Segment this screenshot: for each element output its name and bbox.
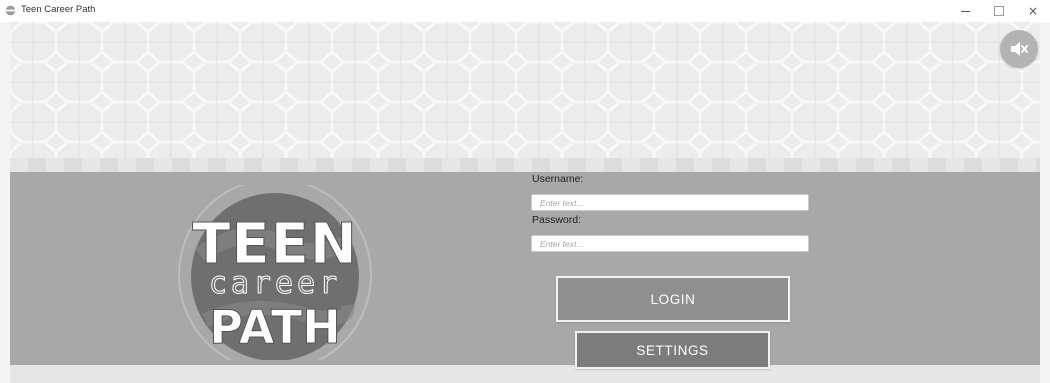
header-divider-stripe bbox=[10, 158, 1040, 172]
close-icon: × bbox=[1027, 4, 1039, 18]
window-title: Teen Career Path bbox=[21, 4, 96, 15]
login-button[interactable]: LOGIN bbox=[556, 276, 790, 322]
logo-word-career: career bbox=[209, 266, 341, 301]
footer-strip bbox=[10, 365, 1040, 383]
settings-button[interactable]: SETTINGS bbox=[575, 331, 770, 369]
left-window-edge bbox=[0, 22, 10, 383]
maximize-button[interactable] bbox=[982, 0, 1016, 22]
right-window-edge bbox=[1040, 22, 1050, 383]
minimize-button[interactable] bbox=[948, 0, 982, 22]
minimize-icon bbox=[960, 10, 970, 12]
hexagon-pattern-graphic bbox=[10, 22, 1040, 160]
header-pattern bbox=[10, 22, 1040, 160]
username-label: Username: bbox=[532, 173, 584, 185]
password-input[interactable] bbox=[531, 235, 809, 252]
mute-sound-button[interactable] bbox=[1000, 30, 1038, 68]
login-button-label: LOGIN bbox=[650, 291, 696, 307]
teen-career-path-logo: TEEN career PATH bbox=[178, 185, 372, 360]
app-logo-icon bbox=[5, 5, 16, 16]
close-button[interactable]: × bbox=[1016, 0, 1050, 22]
settings-button-label: SETTINGS bbox=[636, 342, 709, 358]
speaker-muted-icon bbox=[1011, 42, 1028, 56]
password-label: Password: bbox=[532, 214, 582, 226]
title-bar: Teen Career Path × bbox=[0, 0, 1050, 23]
logo-word-path: PATH bbox=[209, 300, 340, 354]
maximize-icon bbox=[994, 6, 1004, 16]
username-input[interactable] bbox=[531, 194, 809, 211]
